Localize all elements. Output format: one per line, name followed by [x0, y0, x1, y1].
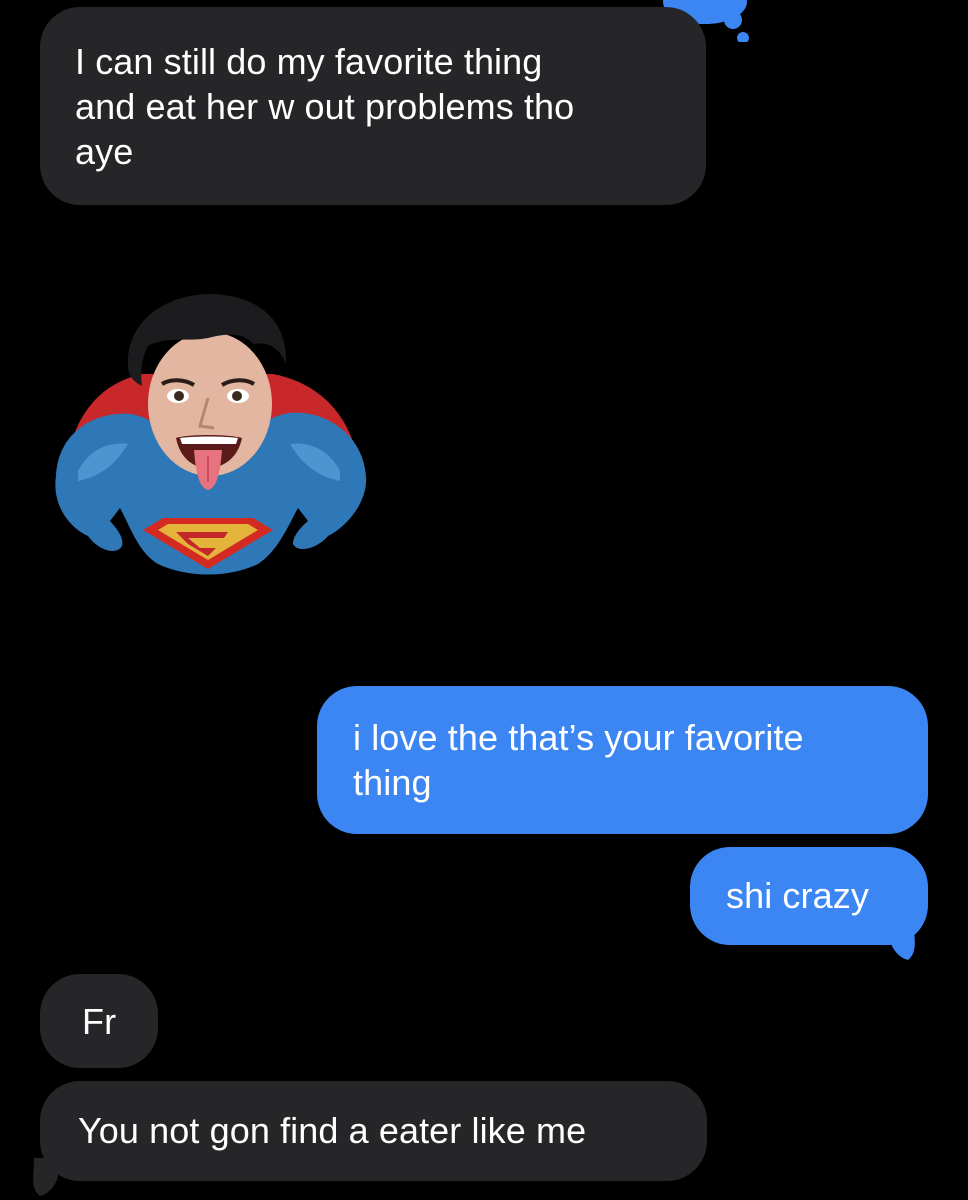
message-text: You not gon find a eater like me [78, 1110, 587, 1151]
message-text: Fr [82, 1001, 117, 1042]
outgoing-message-bubble[interactable]: i love the that’s your favorite thing [317, 686, 928, 834]
incoming-message-bubble[interactable]: Fr [40, 974, 158, 1068]
message-text: i love the that’s your favorite thing [353, 717, 804, 803]
conversation-screen: { "conversation": { "messages": [ { "dir… [0, 0, 968, 1200]
superhero-sticker-icon[interactable] [48, 286, 370, 576]
message-text: I can still do my favorite thing and eat… [75, 41, 575, 172]
bubble-tail [890, 922, 915, 960]
message-text: shi crazy [726, 875, 869, 916]
incoming-message-bubble[interactable]: You not gon find a eater like me [40, 1081, 707, 1181]
incoming-message-bubble[interactable]: I can still do my favorite thing and eat… [40, 7, 706, 205]
bubble-tail [33, 1158, 58, 1196]
